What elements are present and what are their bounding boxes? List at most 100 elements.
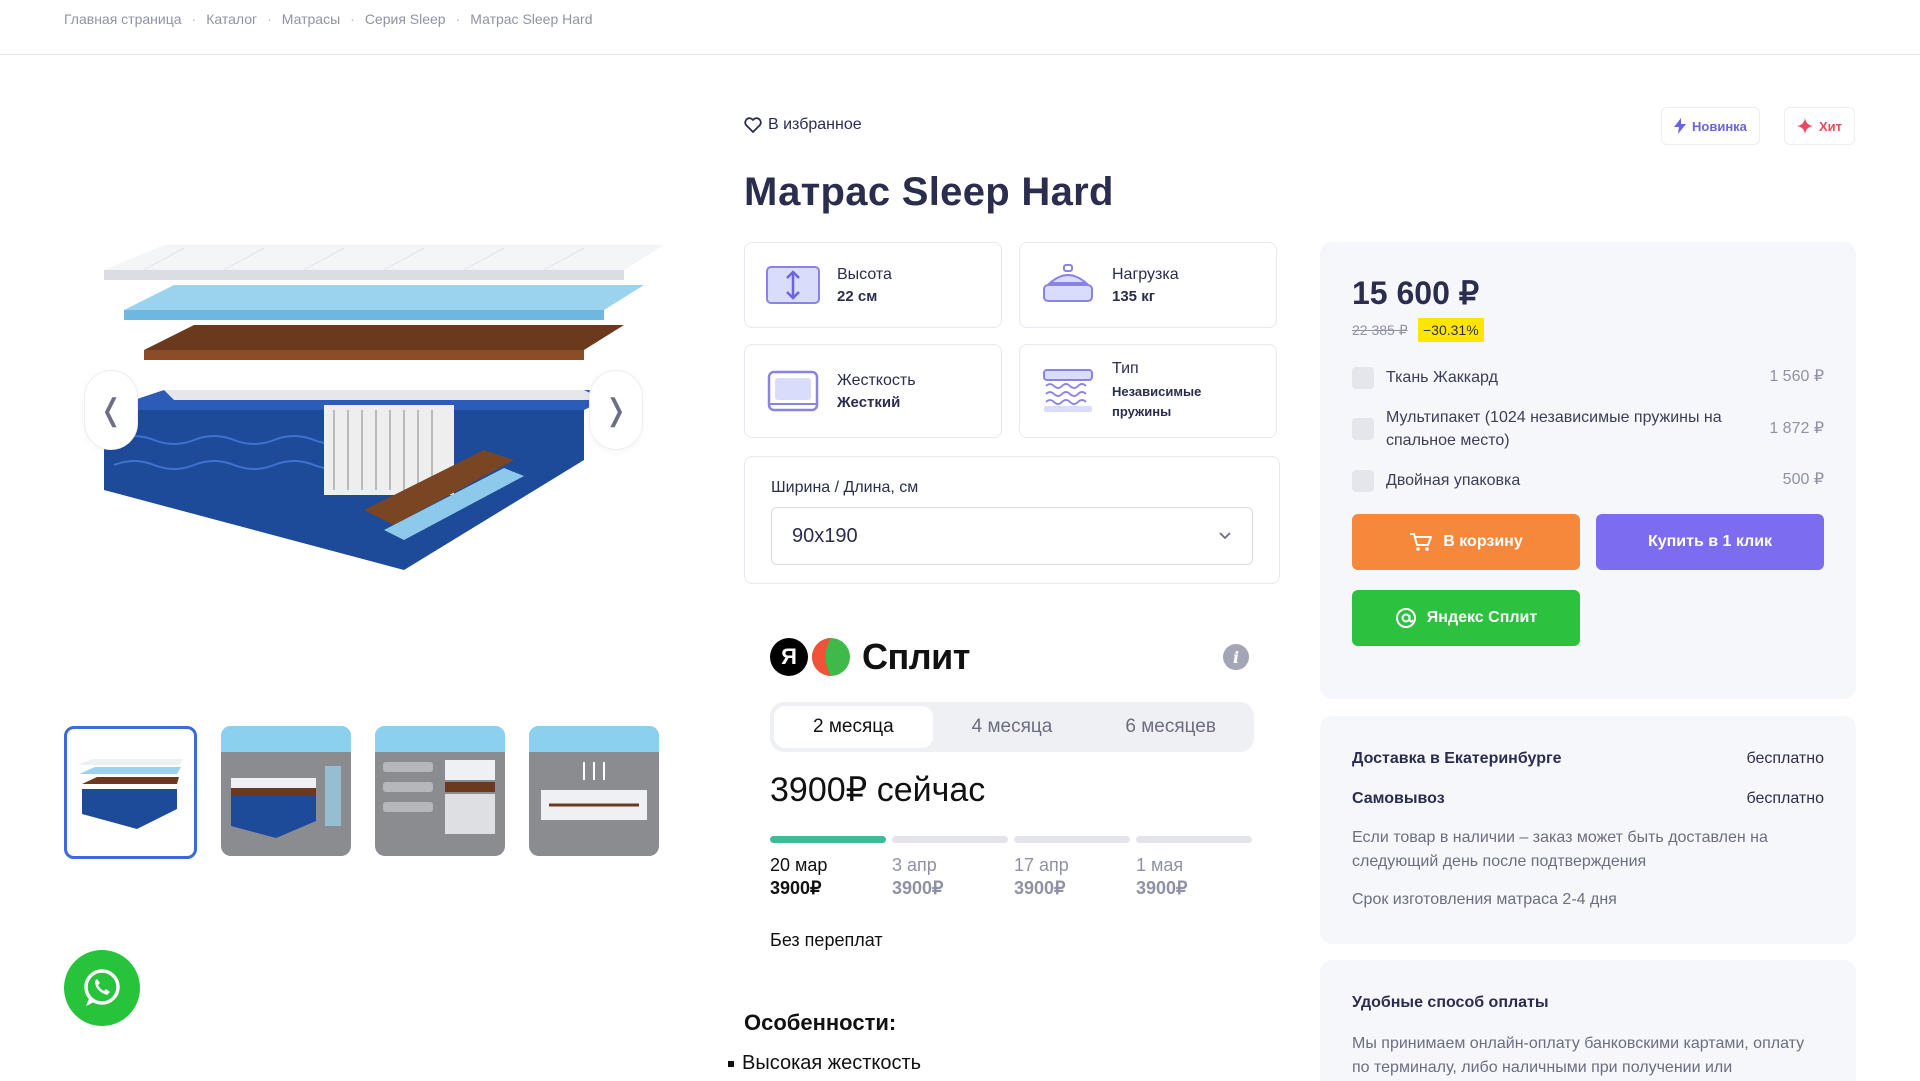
breadcrumb-home[interactable]: Главная страница	[64, 11, 182, 27]
option-checkbox[interactable]	[1352, 418, 1374, 440]
option-name: Двойная упаковка	[1386, 472, 1521, 489]
breadcrumb-series[interactable]: Серия Sleep	[365, 11, 446, 27]
schedule-item: 3 апр 3900₽	[892, 836, 1008, 899]
gallery-next-button[interactable]: ❭	[589, 370, 643, 450]
weight-icon	[1043, 264, 1093, 302]
feature-text: Высокая жесткость	[742, 1052, 922, 1074]
badge-hit: Хит	[1784, 107, 1856, 145]
product-image	[64, 240, 664, 580]
delivery-card: Доставка в Екатеринбурге бесплатно Самов…	[1320, 716, 1856, 944]
split-term-tabs: 2 месяца 4 месяца 6 месяцев	[770, 702, 1254, 752]
schedule-date: 20 мар	[770, 855, 828, 875]
yandex-split-button[interactable]: Яндекс Сплит	[1352, 590, 1580, 646]
schedule-amount: 3900₽	[892, 878, 944, 898]
breadcrumb-current: Матрас Sleep Hard	[470, 11, 593, 27]
spec-value: Жесткий	[837, 393, 901, 411]
tab-6-months[interactable]: 6 месяцев	[1091, 706, 1250, 748]
spec-label: Высота	[837, 265, 892, 283]
delivery-value: бесплатно	[1746, 750, 1825, 767]
schedule-bar	[892, 836, 1008, 843]
option-jacquard[interactable]: Ткань Жаккард 1 560 ₽	[1352, 366, 1824, 389]
option-name: Мультипакет (1024 независимые пружины на…	[1386, 409, 1722, 449]
pay-now-amount: 3900₽ сейчас	[770, 771, 986, 809]
product-title: Матрас Sleep Hard	[744, 170, 1114, 214]
thumbnail[interactable]	[221, 726, 351, 856]
chevron-right-icon: ❭	[603, 393, 629, 427]
option-checkbox[interactable]	[1352, 470, 1374, 492]
breadcrumb-separator: ·	[191, 11, 197, 27]
option-cost: 1 560 ₽	[1769, 368, 1824, 385]
old-price: 22 385 ₽	[1352, 322, 1408, 338]
delivery-note: Если товар в наличии – заказ может быть …	[1352, 829, 1768, 870]
spec-value: 22 см	[837, 287, 878, 305]
spec-value: Независимые пружины	[1112, 384, 1202, 419]
chevron-down-icon	[1219, 532, 1231, 540]
whatsapp-button[interactable]	[64, 950, 140, 1026]
add-to-cart-button[interactable]: В корзину	[1352, 514, 1580, 570]
add-to-cart-label: В корзину	[1443, 533, 1523, 550]
badge-new: Новинка	[1661, 107, 1760, 145]
at-sign-icon	[1395, 608, 1416, 628]
spec-label: Жесткость	[837, 371, 916, 389]
size-selector-box: Ширина / Длина, см 90x190	[744, 456, 1280, 584]
discount-badge: −30.31%	[1418, 318, 1484, 342]
schedule-date: 3 апр	[892, 855, 937, 875]
schedule-item: 1 мая 3900₽	[1136, 836, 1252, 899]
size-select[interactable]: 90x190	[771, 507, 1253, 565]
schedule-bar	[1136, 836, 1252, 843]
bullet	[728, 1060, 734, 1067]
favorite-label: В избранное	[768, 116, 862, 133]
tab-4-months[interactable]: 4 месяца	[933, 706, 1092, 748]
manufacturing-note: Срок изготовления матраса 2-4 дня	[1352, 891, 1617, 908]
feature-item: Высокая жесткость	[728, 1052, 921, 1075]
payment-title: Удобные способ оплаты	[1352, 994, 1549, 1011]
split-logo: Я Сплит	[770, 636, 970, 678]
features-title: Особенности:	[744, 1010, 897, 1035]
lightning-icon	[1674, 118, 1686, 134]
thumbnail[interactable]	[64, 726, 197, 859]
option-double-pack[interactable]: Двойная упаковка 500 ₽	[1352, 469, 1824, 492]
spec-firmness: Жесткость Жесткий	[744, 344, 1002, 438]
breadcrumb-catalog[interactable]: Каталог	[206, 11, 257, 27]
height-icon	[766, 266, 820, 304]
breadcrumb-separator: ·	[455, 11, 461, 27]
tab-2-months[interactable]: 2 месяца	[774, 706, 933, 748]
buy-one-click-button[interactable]: Купить в 1 клик	[1596, 514, 1824, 570]
schedule-amount: 3900₽	[1014, 878, 1066, 898]
delivery-label: Доставка в Екатеринбурге	[1352, 750, 1562, 767]
schedule-bar	[770, 836, 886, 843]
size-select-value: 90x190	[792, 524, 858, 547]
payment-card: Удобные способ оплаты Мы принимаем онлай…	[1320, 960, 1856, 1081]
heart-icon	[744, 117, 762, 133]
yandex-logo-icon: Я	[770, 638, 808, 676]
buy-one-click-label: Купить в 1 клик	[1647, 533, 1773, 550]
breadcrumb-mattresses[interactable]: Матрасы	[282, 11, 340, 27]
breadcrumb-separator: ·	[267, 11, 272, 27]
schedule-amount: 3900₽	[770, 878, 822, 898]
gallery-prev-button[interactable]: ❬	[84, 370, 138, 450]
price-card: 15 600 ₽ 22 385 ₽ −30.31% Ткань Жаккард …	[1320, 242, 1856, 699]
badge-hit-label: Хит	[1819, 118, 1843, 134]
thumbnail[interactable]	[529, 726, 659, 856]
split-leaf-icon	[812, 638, 850, 676]
payment-schedule: 20 мар 3900₽ 3 апр 3900₽ 17 апр 3900₽ 1 …	[770, 836, 1252, 899]
size-label: Ширина / Длина, см	[771, 479, 919, 496]
schedule-date: 17 апр	[1014, 855, 1069, 875]
thumbnail[interactable]	[375, 726, 505, 856]
current-price: 15 600 ₽	[1352, 275, 1480, 311]
springs-icon	[1043, 369, 1093, 412]
spec-height: Высота 22 см	[744, 242, 1002, 328]
yandex-split-label: Яндекс Сплит	[1426, 609, 1538, 626]
option-name: Ткань Жаккард	[1386, 369, 1498, 386]
top-bar: Главная страница · Каталог · Матрасы · С…	[0, 0, 1920, 55]
no-overpay-text: Без переплат	[770, 930, 883, 950]
schedule-amount: 3900₽	[1136, 878, 1188, 898]
whatsapp-icon	[84, 969, 120, 1006]
option-checkbox[interactable]	[1352, 367, 1374, 389]
sparkle-icon	[1797, 118, 1813, 134]
info-icon[interactable]: i	[1223, 644, 1249, 670]
option-multipack[interactable]: Мультипакет (1024 независимые пружины на…	[1352, 406, 1824, 452]
thumbnail-strip	[64, 726, 659, 859]
badge-new-label: Новинка	[1692, 118, 1747, 134]
add-to-favorites[interactable]: В избранное	[744, 116, 862, 134]
